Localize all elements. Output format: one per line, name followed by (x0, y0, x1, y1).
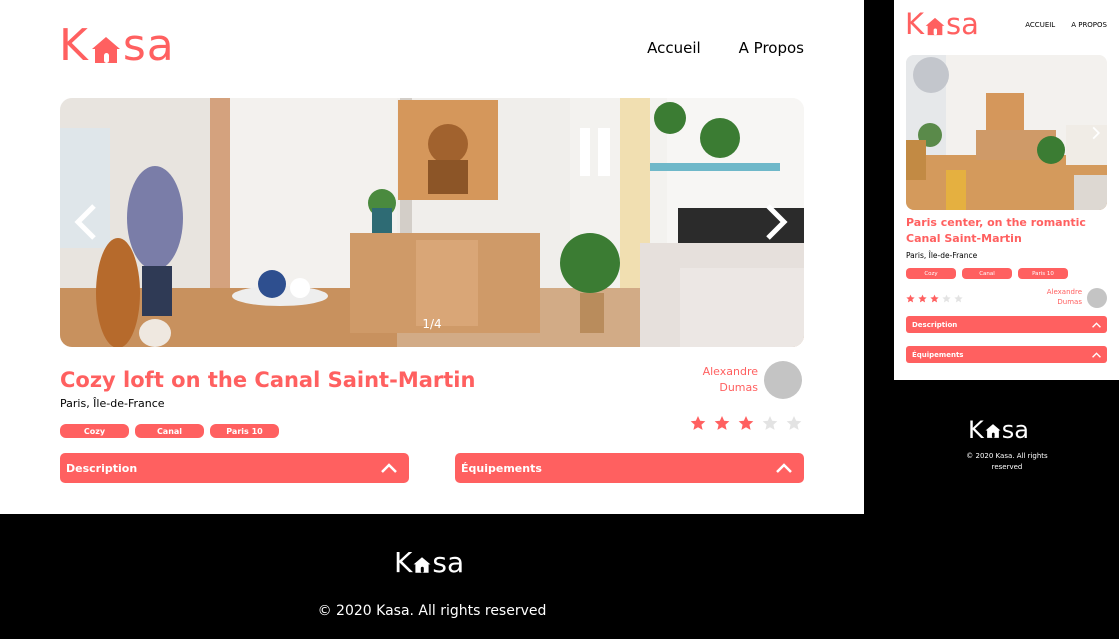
footer-logo: K sa (394, 549, 464, 577)
tag-list: Cozy Canal Paris 10 (60, 424, 279, 438)
chevron-up-icon (1092, 351, 1101, 358)
desktop-view: K sa Accueil A Propos 1/4 Cozy loft on t… (0, 0, 864, 514)
logo-letter-k: K (905, 7, 925, 41)
star-icon (738, 415, 754, 431)
mobile-view: K sa ACCUEIL A PROPOS Paris center, on t (894, 0, 1119, 380)
logo-letters-sa: sa (432, 546, 465, 579)
rating-stars (906, 294, 963, 303)
house-icon (985, 423, 1001, 439)
description-collapse-label: Description (66, 461, 138, 475)
carousel-next-button[interactable] (1089, 125, 1103, 140)
listing-location: Paris, Île-de-France (906, 251, 978, 260)
kasa-logo[interactable]: K sa (905, 10, 979, 39)
equipments-collapse-label: Équipements (461, 461, 542, 475)
nav-about-link[interactable]: A Propos (739, 39, 804, 57)
description-collapse-label: Description (912, 320, 958, 329)
tag: Canal (135, 424, 204, 438)
star-icon (906, 294, 915, 303)
nav-about-link[interactable]: A PROPOS (1071, 21, 1107, 29)
house-icon (413, 556, 431, 574)
logo-letter-k: K (968, 416, 984, 444)
chevron-left-icon (74, 204, 96, 240)
star-icon (954, 294, 963, 303)
kasa-logo[interactable]: K sa (59, 24, 175, 68)
equipments-collapse-label: Équipements (912, 350, 964, 359)
star-icon (942, 294, 951, 303)
tag: Paris 10 (1018, 268, 1068, 279)
tag-list: Cozy Canal Paris 10 (906, 268, 1068, 279)
tag: Canal (962, 268, 1012, 279)
mobile-nav: ACCUEIL A PROPOS (1025, 21, 1107, 29)
host-name: Alexandre Dumas (703, 364, 758, 396)
tag: Cozy (60, 424, 129, 438)
equipments-collapse-button[interactable]: Équipements (906, 346, 1107, 363)
chevron-up-icon (1092, 321, 1101, 328)
logo-letters-sa: sa (946, 7, 979, 41)
logo-letters-sa: sa (1001, 416, 1029, 444)
equipments-collapse-button[interactable]: Équipements (455, 453, 804, 483)
host-last-name: Dumas (1057, 298, 1082, 306)
star-icon (918, 294, 927, 303)
star-icon (690, 415, 706, 431)
chevron-up-icon (776, 463, 792, 473)
logo-letter-k: K (59, 20, 89, 71)
listing-photo (60, 98, 804, 347)
nav-home-link[interactable]: ACCUEIL (1025, 21, 1055, 29)
chevron-up-icon (381, 463, 397, 473)
description-collapse-button[interactable]: Description (60, 453, 409, 483)
star-icon (762, 415, 778, 431)
listing-title: Paris center, on the romantic Canal Sain… (906, 216, 1086, 245)
host-avatar (764, 361, 802, 399)
description-collapse-button[interactable]: Description (906, 316, 1107, 333)
star-icon (714, 415, 730, 431)
tag: Paris 10 (210, 424, 279, 438)
carousel-counter: 1/4 (422, 317, 442, 331)
footer-copyright: © 2020 Kasa. All rights reserved (966, 452, 1048, 471)
host-info: Alexandre Dumas (703, 361, 802, 399)
house-icon (925, 17, 945, 36)
logo-letters-sa: sa (122, 20, 175, 71)
host-name: Alexandre Dumas (1047, 288, 1082, 308)
listing-location: Paris, Île-de-France (60, 397, 165, 410)
chevron-right-icon (1092, 126, 1101, 140)
tag: Cozy (906, 268, 956, 279)
host-first-name: Alexandre (702, 365, 758, 379)
footer-copyright: © 2020 Kasa. All rights reserved (317, 603, 547, 619)
listing-title: Cozy loft on the Canal Saint-Martin (60, 368, 476, 392)
star-icon (786, 415, 802, 431)
host-first-name: Alexandre (1046, 288, 1082, 297)
host-last-name: Dumas (719, 381, 758, 394)
star-icon (930, 294, 939, 303)
photo-carousel: 1/4 (60, 98, 804, 347)
house-icon (91, 36, 121, 64)
chevron-right-icon (766, 204, 788, 240)
main-nav: Accueil A Propos (647, 39, 804, 57)
logo-letter-k: K (394, 546, 413, 579)
photo-carousel (906, 55, 1107, 210)
listing-photo (906, 55, 1107, 210)
host-info: Alexandre Dumas (1047, 288, 1107, 308)
rating-stars (690, 415, 802, 431)
nav-home-link[interactable]: Accueil (647, 39, 701, 57)
carousel-prev-button[interactable] (66, 202, 106, 242)
footer-logo: K sa (968, 418, 1029, 442)
host-avatar (1087, 288, 1107, 308)
carousel-next-button[interactable] (756, 202, 796, 242)
